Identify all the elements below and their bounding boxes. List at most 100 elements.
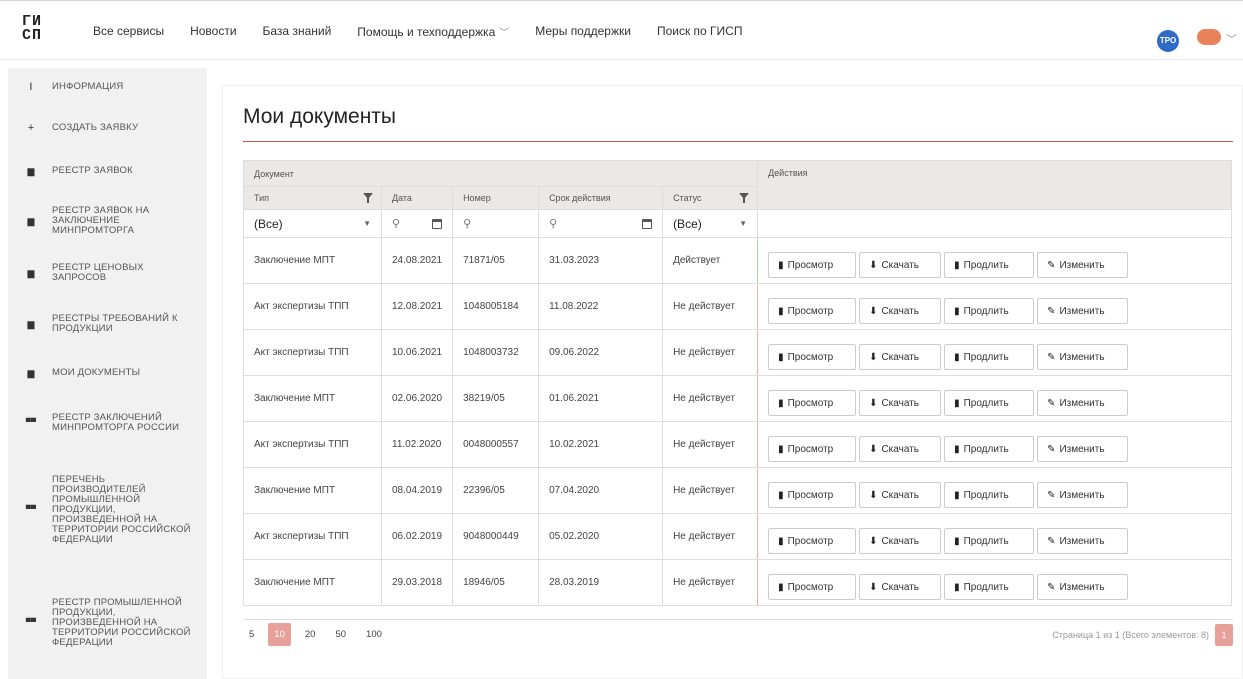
extend-label: Продлить [963,535,1009,547]
view-button[interactable]: ▮ Просмотр [768,344,857,370]
main-nav: Все сервисы Новости База знаний Помощь и… [93,1,768,61]
view-button[interactable]: ▮ Просмотр [768,482,857,508]
sidebar-item-7[interactable]: ▆ Мои документы [8,352,207,394]
view-label: Просмотр [787,535,834,547]
page-size-20[interactable]: 20 [299,623,322,646]
page-size-10[interactable]: 10 [268,623,291,646]
filter-valid-input[interactable]: ⚲ [538,209,664,238]
view-button[interactable]: ▮ Просмотр [768,436,857,462]
edit-button[interactable]: ✎ Изменить [1037,574,1129,600]
view-button[interactable]: ▮ Просмотр [768,252,857,278]
view-button[interactable]: ▮ Просмотр [768,574,857,600]
nav-knowledge-base[interactable]: База знаний [263,24,332,38]
extend-button[interactable]: ▮ Продлить [944,298,1035,324]
filter-date-input[interactable]: ⚲ [380,209,454,238]
avatar[interactable]: ТРО [1157,30,1179,52]
extend-button[interactable]: ▮ Продлить [944,574,1035,600]
sidebar-item-10[interactable]: ▀▀ Реестр промышленной продукции, произве… [8,568,207,678]
filter-icon[interactable] [363,193,373,203]
extend-button[interactable]: ▮ Продлить [944,252,1035,278]
download-label: Скачать [881,443,919,455]
sidebar-item-2[interactable]: + Создать заявку [8,106,207,150]
download-button[interactable]: ⬇ Скачать [859,436,942,462]
extend-button[interactable]: ▮ Продлить [944,528,1035,554]
edit-button[interactable]: ✎ Изменить [1037,528,1129,554]
calendar-icon[interactable] [642,218,653,229]
page-size-100[interactable]: 100 [360,623,388,646]
cell-actions: ▮ Просмотр ⬇ Скачать ▮ Продлить ✎ Изменить [757,283,1232,330]
edit-button[interactable]: ✎ Изменить [1037,482,1129,508]
table-row[interactable]: Акт экспертизы ТПП 11.02.2020 0048000557 10… [243,421,1232,468]
sidebar-item-5[interactable]: ▆ Реестр ценовых запросов [8,250,207,296]
cell-valid: 09.06.2022 [538,329,664,376]
col-valid-until[interactable]: Срок действия [538,186,664,210]
table-row[interactable]: Акт экспертизы ТПП 10.06.2021 1048003732 09… [243,329,1232,376]
table-row[interactable]: Акт экспертизы ТПП 06.02.2019 9048000449 05… [243,513,1232,560]
download-button[interactable]: ⬇ Скачать [859,344,942,370]
col-number[interactable]: Номер [452,186,540,210]
sidebar-item-9[interactable]: ▀▀ Перечень производителей промышленной п… [8,452,207,568]
calendar-icon[interactable] [432,218,443,229]
extend-button[interactable]: ▮ Продлить [944,436,1035,462]
nav-news[interactable]: Новости [190,24,236,38]
cell-actions: ▮ Просмотр ⬇ Скачать ▮ Продлить ✎ Изменить [757,559,1232,606]
nav-all-services[interactable]: Все сервисы [93,24,164,38]
col-type-label: Тип [254,193,270,203]
sidebar-item-4[interactable]: ▆ Реестр заявок на заключение Минпромторг… [8,192,207,250]
extend-button[interactable]: ▮ Продлить [944,390,1035,416]
filter-type-select[interactable]: (Все) ▼ [243,209,382,238]
view-button[interactable]: ▮ Просмотр [768,298,857,324]
nav-support-measures[interactable]: Меры поддержки [535,24,631,38]
edit-label: Изменить [1059,535,1105,547]
cell-status: Не действует [662,467,759,514]
col-status[interactable]: Статус [662,186,759,210]
filter-icon[interactable] [739,193,750,203]
page-size-5[interactable]: 5 [243,623,260,646]
sidebar-item-label: Создать заявку [52,122,139,133]
user-menu-chevron-icon[interactable]: ﹀ [1226,31,1237,47]
extend-button[interactable]: ▮ Продлить [944,344,1035,370]
table-row[interactable]: Акт экспертизы ТПП 12.08.2021 1048005184 11… [243,283,1232,330]
edit-button[interactable]: ✎ Изменить [1037,436,1129,462]
nav-help[interactable]: Помощь и техподдержка ﹀ [357,24,509,39]
extend-label: Продлить [963,351,1009,363]
download-button[interactable]: ⬇ Скачать [859,298,942,324]
sidebar-item-3[interactable]: ▆ Реестр заявок [8,150,207,192]
extend-label: Продлить [963,259,1009,271]
table-row[interactable]: Заключение МПТ 02.06.2020 38219/05 01.06.20… [243,375,1232,422]
download-button[interactable]: ⬇ Скачать [859,252,942,278]
edit-button[interactable]: ✎ Изменить [1037,298,1129,324]
view-button[interactable]: ▮ Просмотр [768,528,857,554]
extend-button[interactable]: ▮ Продлить [944,482,1035,508]
download-icon: ⬇ [869,443,878,455]
gisp-logo[interactable]: ГИ СП [22,14,56,47]
filter-number-input[interactable]: ⚲ [452,209,540,238]
table-row[interactable]: Заключение МПТ 08.04.2019 22396/05 07.04.20… [243,467,1232,514]
sidebar-item-1[interactable]: i Информация [8,68,207,106]
table-row[interactable]: Заключение МПТ 24.08.2021 71871/05 31.03.20… [243,237,1232,284]
table-row[interactable]: Заключение МПТ 29.03.2018 18946/05 28.03.20… [243,559,1232,606]
download-button[interactable]: ⬇ Скачать [859,390,942,416]
view-label: Просмотр [787,489,834,501]
filter-status-select[interactable]: (Все) ▼ [662,209,759,238]
view-button[interactable]: ▮ Просмотр [768,390,857,416]
search-icon: ⚲ [549,218,558,230]
edit-icon: ✎ [1047,581,1056,593]
nav-gisp-search[interactable]: Поиск по ГИСП [657,24,743,38]
download-button[interactable]: ⬇ Скачать [859,528,942,554]
sidebar-item-8[interactable]: ▀▀ Реестр заключений Минпромторга России [8,394,207,452]
col-type[interactable]: Тип [243,186,382,210]
filter-type-value: (Все) [254,216,283,231]
col-date[interactable]: Дата [380,186,454,210]
sidebar-item-6[interactable]: ▆ Реестры требований к продукции [8,296,207,352]
edit-button[interactable]: ✎ Изменить [1037,390,1129,416]
download-button[interactable]: ⬇ Скачать [859,482,942,508]
edit-button[interactable]: ✎ Изменить [1037,344,1129,370]
info-icon: i [29,81,33,93]
view-label: Просмотр [787,259,834,271]
page-button-1[interactable]: 1 [1215,624,1233,646]
page-size-50[interactable]: 50 [329,623,352,646]
edit-button[interactable]: ✎ Изменить [1037,252,1129,278]
download-button[interactable]: ⬇ Скачать [859,574,942,600]
user-status-pill[interactable] [1197,29,1221,45]
